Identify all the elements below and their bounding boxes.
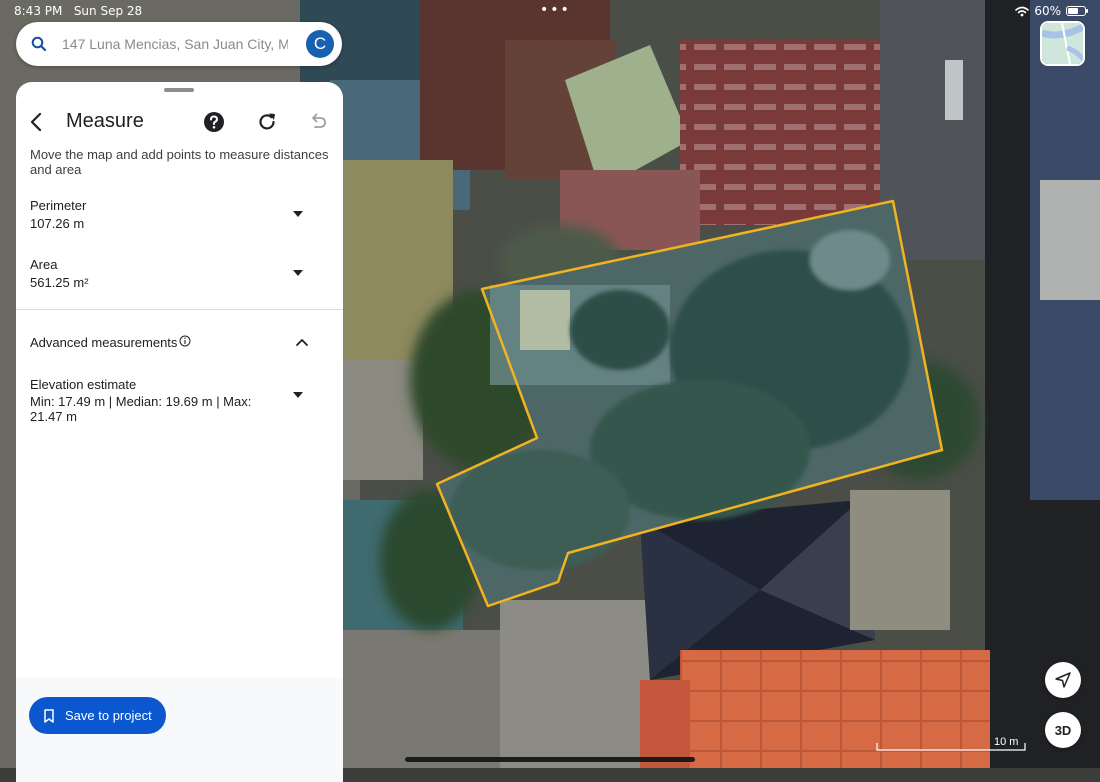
elevation-dropdown-icon[interactable] bbox=[293, 392, 303, 398]
divider bbox=[16, 309, 343, 310]
scale-label: 10 m bbox=[994, 736, 1019, 748]
area-value: 561.25 m² bbox=[30, 275, 89, 290]
search-bar[interactable]: C bbox=[16, 22, 342, 66]
elevation-row[interactable]: Elevation estimate Min: 17.49 m | Median… bbox=[16, 377, 343, 437]
wifi-icon bbox=[1015, 6, 1030, 16]
perimeter-dropdown-icon[interactable] bbox=[293, 211, 303, 217]
search-icon bbox=[31, 36, 47, 52]
perimeter-row[interactable]: Perimeter 107.26 m bbox=[16, 198, 343, 242]
status-date: Sun Sep 28 bbox=[73, 4, 143, 18]
perimeter-label: Perimeter bbox=[30, 198, 87, 213]
save-to-project-button[interactable]: Save to project bbox=[29, 697, 166, 734]
panel-header: Measure bbox=[16, 102, 343, 142]
measure-panel: Measure Move the map and add points to m… bbox=[16, 82, 343, 782]
home-indicator[interactable] bbox=[405, 757, 695, 762]
search-input[interactable] bbox=[62, 36, 288, 52]
back-arrow-icon[interactable] bbox=[25, 110, 49, 134]
scale-bar: 10 m bbox=[876, 736, 1026, 751]
save-area: Save to project bbox=[16, 678, 343, 782]
chevron-up-icon[interactable] bbox=[295, 335, 309, 349]
undo-icon[interactable] bbox=[306, 110, 330, 134]
save-to-project-label: Save to project bbox=[65, 708, 152, 723]
battery-percent: 60% bbox=[1034, 4, 1061, 18]
multitasking-dots[interactable]: ••• bbox=[540, 2, 571, 18]
map-layer-thumbnail[interactable] bbox=[1040, 21, 1085, 66]
help-icon[interactable] bbox=[203, 111, 225, 133]
map-thumbnail-icon bbox=[1042, 23, 1083, 64]
3d-button[interactable]: 3D bbox=[1045, 712, 1081, 748]
locate-button[interactable] bbox=[1045, 662, 1081, 698]
area-label: Area bbox=[30, 257, 58, 272]
instructions-text: Move the map and add points to measure d… bbox=[30, 147, 329, 177]
refresh-icon[interactable] bbox=[255, 110, 279, 134]
navigation-arrow-icon bbox=[1055, 672, 1071, 688]
info-icon[interactable] bbox=[179, 335, 191, 347]
advanced-measurements-row[interactable]: Advanced measurements bbox=[16, 332, 343, 356]
page-title: Measure bbox=[66, 110, 144, 132]
advanced-measurements-label: Advanced measurements bbox=[30, 335, 178, 350]
battery-icon bbox=[1066, 6, 1088, 16]
elevation-value: Min: 17.49 m | Median: 19.69 m | Max: 21… bbox=[30, 394, 252, 424]
bookmark-icon bbox=[44, 708, 54, 723]
status-time: 8:43 PM Sun Sep 28 bbox=[14, 4, 143, 18]
status-right: 60% bbox=[1015, 4, 1088, 18]
perimeter-value: 107.26 m bbox=[30, 216, 85, 231]
area-dropdown-icon[interactable] bbox=[293, 270, 303, 276]
drag-handle[interactable] bbox=[164, 88, 194, 92]
area-row[interactable]: Area 561.25 m² bbox=[16, 257, 343, 301]
avatar[interactable]: C bbox=[306, 30, 334, 58]
elevation-label: Elevation estimate bbox=[30, 377, 137, 392]
